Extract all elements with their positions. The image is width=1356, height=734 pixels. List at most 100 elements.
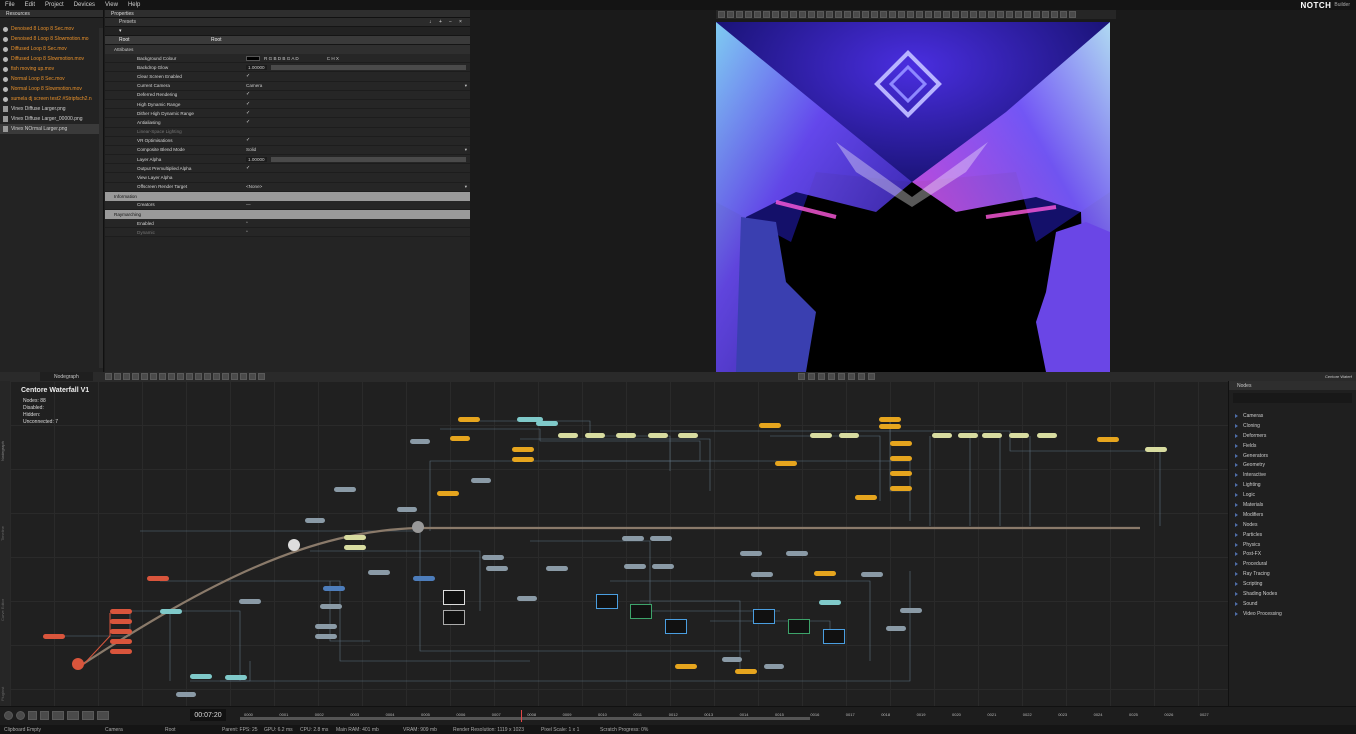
graph-node[interactable] xyxy=(315,634,337,639)
node-category-item[interactable]: Scripting xyxy=(1229,579,1356,589)
graph-node[interactable] xyxy=(110,619,132,624)
close-icon[interactable]: × xyxy=(459,19,464,25)
prop-row[interactable]: Dither High Dynamic Range ✓ xyxy=(105,109,470,119)
viewport-tool-icon[interactable] xyxy=(1006,11,1013,18)
viewport-tool-icon[interactable] xyxy=(916,11,923,18)
node-category-item[interactable]: Cloning xyxy=(1229,421,1356,431)
graph-node[interactable] xyxy=(334,487,356,492)
number-field[interactable]: 1.00000 xyxy=(246,64,267,70)
prop-row[interactable]: High Dynamic Range ✓ xyxy=(105,99,470,110)
viewport-tool-icon[interactable] xyxy=(1033,11,1040,18)
marker-icon[interactable] xyxy=(52,711,64,720)
graph-preview-node[interactable] xyxy=(788,619,810,634)
prop-value[interactable]: ▫ xyxy=(242,220,470,226)
frame-icon[interactable] xyxy=(82,711,94,720)
resources-scrollbar[interactable] xyxy=(99,28,103,368)
prop-row[interactable]: Background Colour R G B D B G A D C H X xyxy=(105,54,470,64)
nodegraph-tool-icon[interactable] xyxy=(113,373,121,380)
viewport-tool-icon[interactable] xyxy=(754,11,761,18)
resource-item[interactable]: Diffused Loop 8 Slowmotion.mov xyxy=(0,54,103,64)
graph-node[interactable] xyxy=(1145,447,1167,452)
resource-item[interactable]: Vinex NOrmal Larger.png xyxy=(0,124,103,134)
colour-mode[interactable]: C H X xyxy=(327,56,339,61)
checkbox[interactable]: ▫ xyxy=(246,229,251,235)
graph-node[interactable] xyxy=(622,536,644,541)
nodegraph-tool-icon[interactable] xyxy=(239,373,247,380)
tab-resources[interactable]: Resources xyxy=(0,10,103,18)
prop-row[interactable]: Linear-Space Lighting xyxy=(105,127,470,137)
node-category-item[interactable]: Logic xyxy=(1229,490,1356,500)
node-category-item[interactable]: Fields xyxy=(1229,441,1356,451)
viewport-tool-icon[interactable] xyxy=(934,11,941,18)
resource-item[interactable]: Denoised 8 Loop 8 Slowmotion.mo xyxy=(0,34,103,44)
node-category-item[interactable]: Physics xyxy=(1229,540,1356,550)
expand-arrow-icon[interactable] xyxy=(1235,532,1238,537)
graph-node[interactable] xyxy=(648,433,668,438)
graph-node[interactable] xyxy=(1037,433,1057,438)
prop-row-dynamic[interactable]: Dynamic ▫ xyxy=(105,228,470,238)
side-tab-nodegraph[interactable]: Nodegraph xyxy=(0,401,5,461)
nodegraph-tool-icon[interactable] xyxy=(176,373,184,380)
play-icon[interactable] xyxy=(838,373,846,380)
prop-row[interactable]: Composite Blend Mode Solid ▾ xyxy=(105,145,470,156)
checkbox[interactable]: ✓ xyxy=(246,119,251,125)
nodegraph-tool-icon[interactable] xyxy=(104,373,112,380)
graph-node[interactable] xyxy=(900,608,922,613)
prop-value[interactable]: ✓ xyxy=(242,73,470,79)
node-category-item[interactable]: Modifiers xyxy=(1229,510,1356,520)
graph-node[interactable] xyxy=(861,572,883,577)
menu-view[interactable]: View xyxy=(100,2,123,8)
graph-node[interactable] xyxy=(879,417,901,422)
viewport-tool-icon[interactable] xyxy=(790,11,797,18)
expand-arrow-icon[interactable] xyxy=(1235,493,1238,498)
prop-value[interactable]: ✓ xyxy=(242,138,470,143)
colour-swatch[interactable] xyxy=(246,55,260,61)
checkbox[interactable]: ✓ xyxy=(246,110,251,116)
resource-item[interactable]: Normal Loop 8 Sec.mov xyxy=(0,74,103,84)
graph-node[interactable] xyxy=(512,447,534,452)
expand-arrow-icon[interactable] xyxy=(1235,522,1238,527)
tab-properties[interactable]: Properties xyxy=(105,10,470,18)
node-category-item[interactable]: Post-FX xyxy=(1229,549,1356,559)
prop-row[interactable]: Antialiasing ✓ xyxy=(105,118,470,128)
prop-row[interactable]: View Layer Alpha xyxy=(105,173,470,183)
skip-start-icon[interactable] xyxy=(798,373,806,380)
viewport-tool-icon[interactable] xyxy=(880,11,887,18)
graph-node[interactable] xyxy=(368,570,390,575)
nodegraph-tool-icon[interactable] xyxy=(140,373,148,380)
nodegraph-tool-icon[interactable] xyxy=(167,373,175,380)
render-viewport[interactable] xyxy=(716,22,1110,372)
prop-row[interactable]: Output Premultiplied Alpha ✓ xyxy=(105,164,470,174)
viewport-tool-icon[interactable] xyxy=(970,11,977,18)
step-forward-icon[interactable] xyxy=(858,373,866,380)
section-information[interactable]: Information xyxy=(105,191,470,201)
viewport-tool-icon[interactable] xyxy=(988,11,995,18)
viewport-tool-icon[interactable] xyxy=(943,11,950,18)
node-category-item[interactable]: Nodes xyxy=(1229,520,1356,530)
checkbox[interactable]: ✓ xyxy=(246,138,251,143)
graph-node[interactable] xyxy=(160,609,182,614)
graph-node[interactable] xyxy=(890,486,912,491)
nodegraph-tool-icon[interactable] xyxy=(221,373,229,380)
prop-value[interactable]: ✓ xyxy=(242,119,470,125)
graph-node[interactable] xyxy=(410,439,430,444)
viewport-tool-icon[interactable] xyxy=(781,11,788,18)
graph-node[interactable] xyxy=(320,604,342,609)
viewport-tool-icon[interactable] xyxy=(727,11,734,18)
graph-node[interactable] xyxy=(775,461,797,466)
expand-arrow-icon[interactable] xyxy=(1235,443,1238,448)
node-category-item[interactable]: Materials xyxy=(1229,500,1356,510)
settings-icon[interactable] xyxy=(4,711,13,720)
timecode-display[interactable]: 00:07:20 xyxy=(190,709,226,721)
graph-node[interactable] xyxy=(344,545,366,550)
checkbox[interactable]: ✓ xyxy=(246,101,251,107)
node-category-item[interactable]: Shading Nodes xyxy=(1229,589,1356,599)
nodegraph-tool-icon[interactable] xyxy=(185,373,193,380)
graph-node[interactable] xyxy=(536,421,558,426)
node-category-item[interactable]: Cameras xyxy=(1229,411,1356,421)
graph-node[interactable] xyxy=(413,576,435,581)
menu-file[interactable]: File xyxy=(0,2,20,8)
graph-node[interactable] xyxy=(110,639,132,644)
expand-arrow-icon[interactable] xyxy=(1235,473,1238,478)
expand-arrow-icon[interactable] xyxy=(1235,572,1238,577)
